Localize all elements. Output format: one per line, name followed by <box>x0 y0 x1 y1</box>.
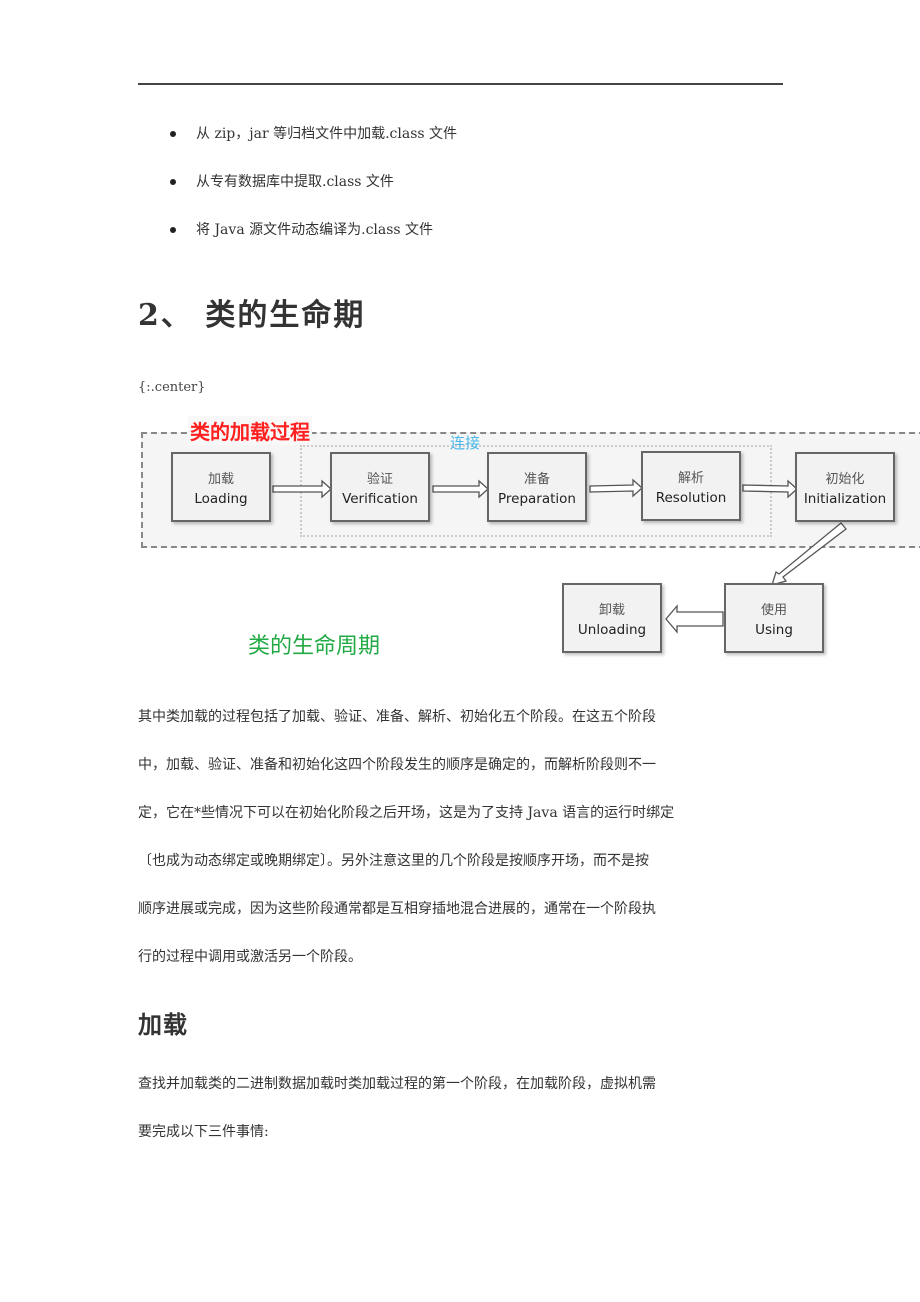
section-heading: 2、 类的生命期 <box>138 298 366 333</box>
stage-cn-label: 解析 <box>677 471 704 486</box>
list-item-text: 从专有数据库中提取.class 文件 <box>196 174 394 190</box>
stage-resolution: 解析 Resolution <box>641 451 741 521</box>
stage-en-label: Initialization <box>803 491 887 507</box>
stage-unloading: 卸载 Unloading <box>562 583 662 653</box>
center-tag: {:.center} <box>138 380 206 395</box>
paragraph-line: 查找并加载类的二进制数据加载时类加载过程的第一个阶段，在加载阶段，虚拟机需 <box>138 1076 656 1092</box>
paragraph-line: 要完成以下三件事情: <box>138 1124 269 1140</box>
stage-en-label: Loading <box>194 491 248 507</box>
arrow-verification-to-preparation <box>432 479 489 499</box>
list-item-text: 从 zip，jar 等归档文件中加载.class 文件 <box>196 126 458 142</box>
paragraph-line: 〔也成为动态绑定或晚期绑定〕。另外注意这里的几个阶段是按顺序开场，而不是按 <box>138 853 649 869</box>
stage-loading: 加载 Loading <box>171 452 271 522</box>
list-item: 从 zip，jar 等归档文件中加载.class 文件 <box>138 118 457 166</box>
stage-en-label: Unloading <box>577 622 647 638</box>
stage-initialization: 初始化 Initialization <box>795 452 895 522</box>
stage-cn-label: 准备 <box>523 472 550 487</box>
stage-en-label: Verification <box>342 491 418 507</box>
arrow-preparation-to-resolution <box>589 478 643 498</box>
stage-cn-label: 使用 <box>760 603 787 618</box>
arrow-loading-to-verification <box>272 479 332 499</box>
stage-cn-label: 初始化 <box>825 472 865 487</box>
stage-cn-label: 加载 <box>207 472 234 487</box>
class-lifecycle-diagram: 类的加载过程 连接 加载 Loading 验证 Verification 准备 … <box>0 410 920 670</box>
stage-en-label: Using <box>755 622 793 638</box>
header-rule <box>138 83 783 85</box>
paragraph-line: 定，它在*些情况下可以在初始化阶段之后开场，这是为了支持 Java 语言的运行时… <box>138 805 675 821</box>
paragraph-line: 行的过程中调用或激活另一个阶段。 <box>138 949 362 965</box>
list-item: 将 Java 源文件动态编译为.class 文件 <box>138 214 457 262</box>
stage-preparation: 准备 Preparation <box>487 452 587 522</box>
stage-verification: 验证 Verification <box>330 452 430 522</box>
arrow-using-to-unloading <box>665 604 724 634</box>
lifecycle-label: 类的生命周期 <box>248 634 381 659</box>
lifecycle-paragraph: 其中类加载的过程包括了加载、验证、准备、解析、初始化五个阶段。在这五个阶段 中，… <box>138 693 788 981</box>
paragraph-line: 顺序进展或完成，因为这些阶段通常都是互相穿插地混合进展的，通常在一个阶段执 <box>138 901 656 917</box>
bullet-icon <box>170 179 176 185</box>
loading-paragraph: 查找并加载类的二进制数据加载时类加载过程的第一个阶段，在加载阶段，虚拟机需 要完… <box>138 1060 788 1156</box>
paragraph-line: 中，加载、验证、准备和初始化这四个阶段发生的顺序是确定的，而解析阶段则不一 <box>138 757 656 773</box>
paragraph-line: 其中类加载的过程包括了加载、验证、准备、解析、初始化五个阶段。在这五个阶段 <box>138 709 656 725</box>
arrow-initialization-to-using <box>771 522 847 586</box>
stage-using: 使用 Using <box>724 583 824 653</box>
stage-cn-label: 卸载 <box>598 603 625 618</box>
stage-cn-label: 验证 <box>366 472 393 487</box>
list-item-text: 将 Java 源文件动态编译为.class 文件 <box>196 222 434 238</box>
arrow-resolution-to-initialization <box>742 479 798 499</box>
bullet-icon <box>170 227 176 233</box>
bullet-icon <box>170 131 176 137</box>
stage-en-label: Resolution <box>655 490 727 506</box>
list-item: 从专有数据库中提取.class 文件 <box>138 166 457 214</box>
loading-subheading: 加载 <box>138 1010 188 1039</box>
source-list: 从 zip，jar 等归档文件中加载.class 文件 从专有数据库中提取.cl… <box>138 118 457 262</box>
stage-en-label: Preparation <box>498 491 576 507</box>
